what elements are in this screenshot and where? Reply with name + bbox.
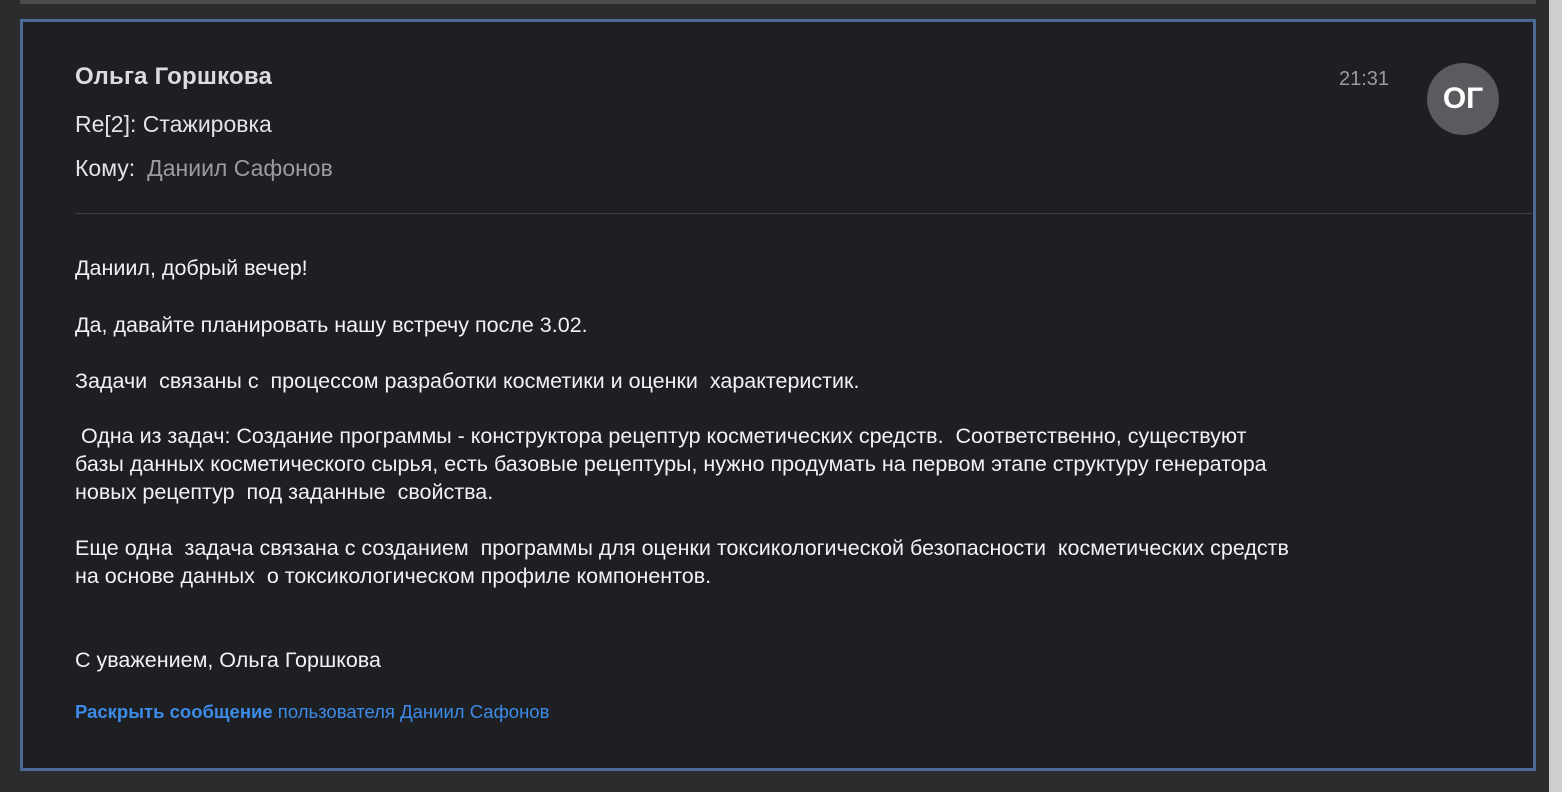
header-divider	[75, 213, 1533, 214]
message-view: Ольга Горшкова Re[2]: Стажировка Кому: Да…	[20, 19, 1536, 771]
window-top-edge	[20, 0, 1536, 4]
expand-message-author[interactable]: пользователя Даниил Сафонов	[273, 701, 550, 722]
expand-quoted-message: Раскрыть сообщение пользователя Даниил С…	[75, 701, 549, 723]
recipient-label: Кому:	[75, 155, 136, 181]
body-paragraph: Одна из задач: Создание программы - конс…	[75, 424, 1267, 504]
message-time: 21:31	[1339, 68, 1390, 90]
avatar[interactable]: ОГ	[1427, 63, 1499, 135]
expand-message-link[interactable]: Раскрыть сообщение	[75, 701, 273, 722]
body-signature: С уважением, Ольга Горшкова	[75, 648, 381, 672]
body-paragraph: Задачи связаны с процессом разработки ко…	[75, 369, 860, 393]
sender-name[interactable]: Ольга Горшкова	[75, 63, 272, 91]
recipient-name[interactable]: Даниил Сафонов	[147, 155, 333, 181]
recipient-row: Кому: Даниил Сафонов	[75, 155, 333, 182]
body-paragraph: Еще одна задача связана с созданием прог…	[75, 536, 1289, 588]
body-greeting: Даниил, добрый вечер!	[75, 256, 308, 280]
message-subject: Re[2]: Стажировка	[75, 111, 272, 137]
body-paragraph: Да, давайте планировать нашу встречу пос…	[75, 313, 588, 337]
window-right-edge	[1549, 0, 1562, 792]
